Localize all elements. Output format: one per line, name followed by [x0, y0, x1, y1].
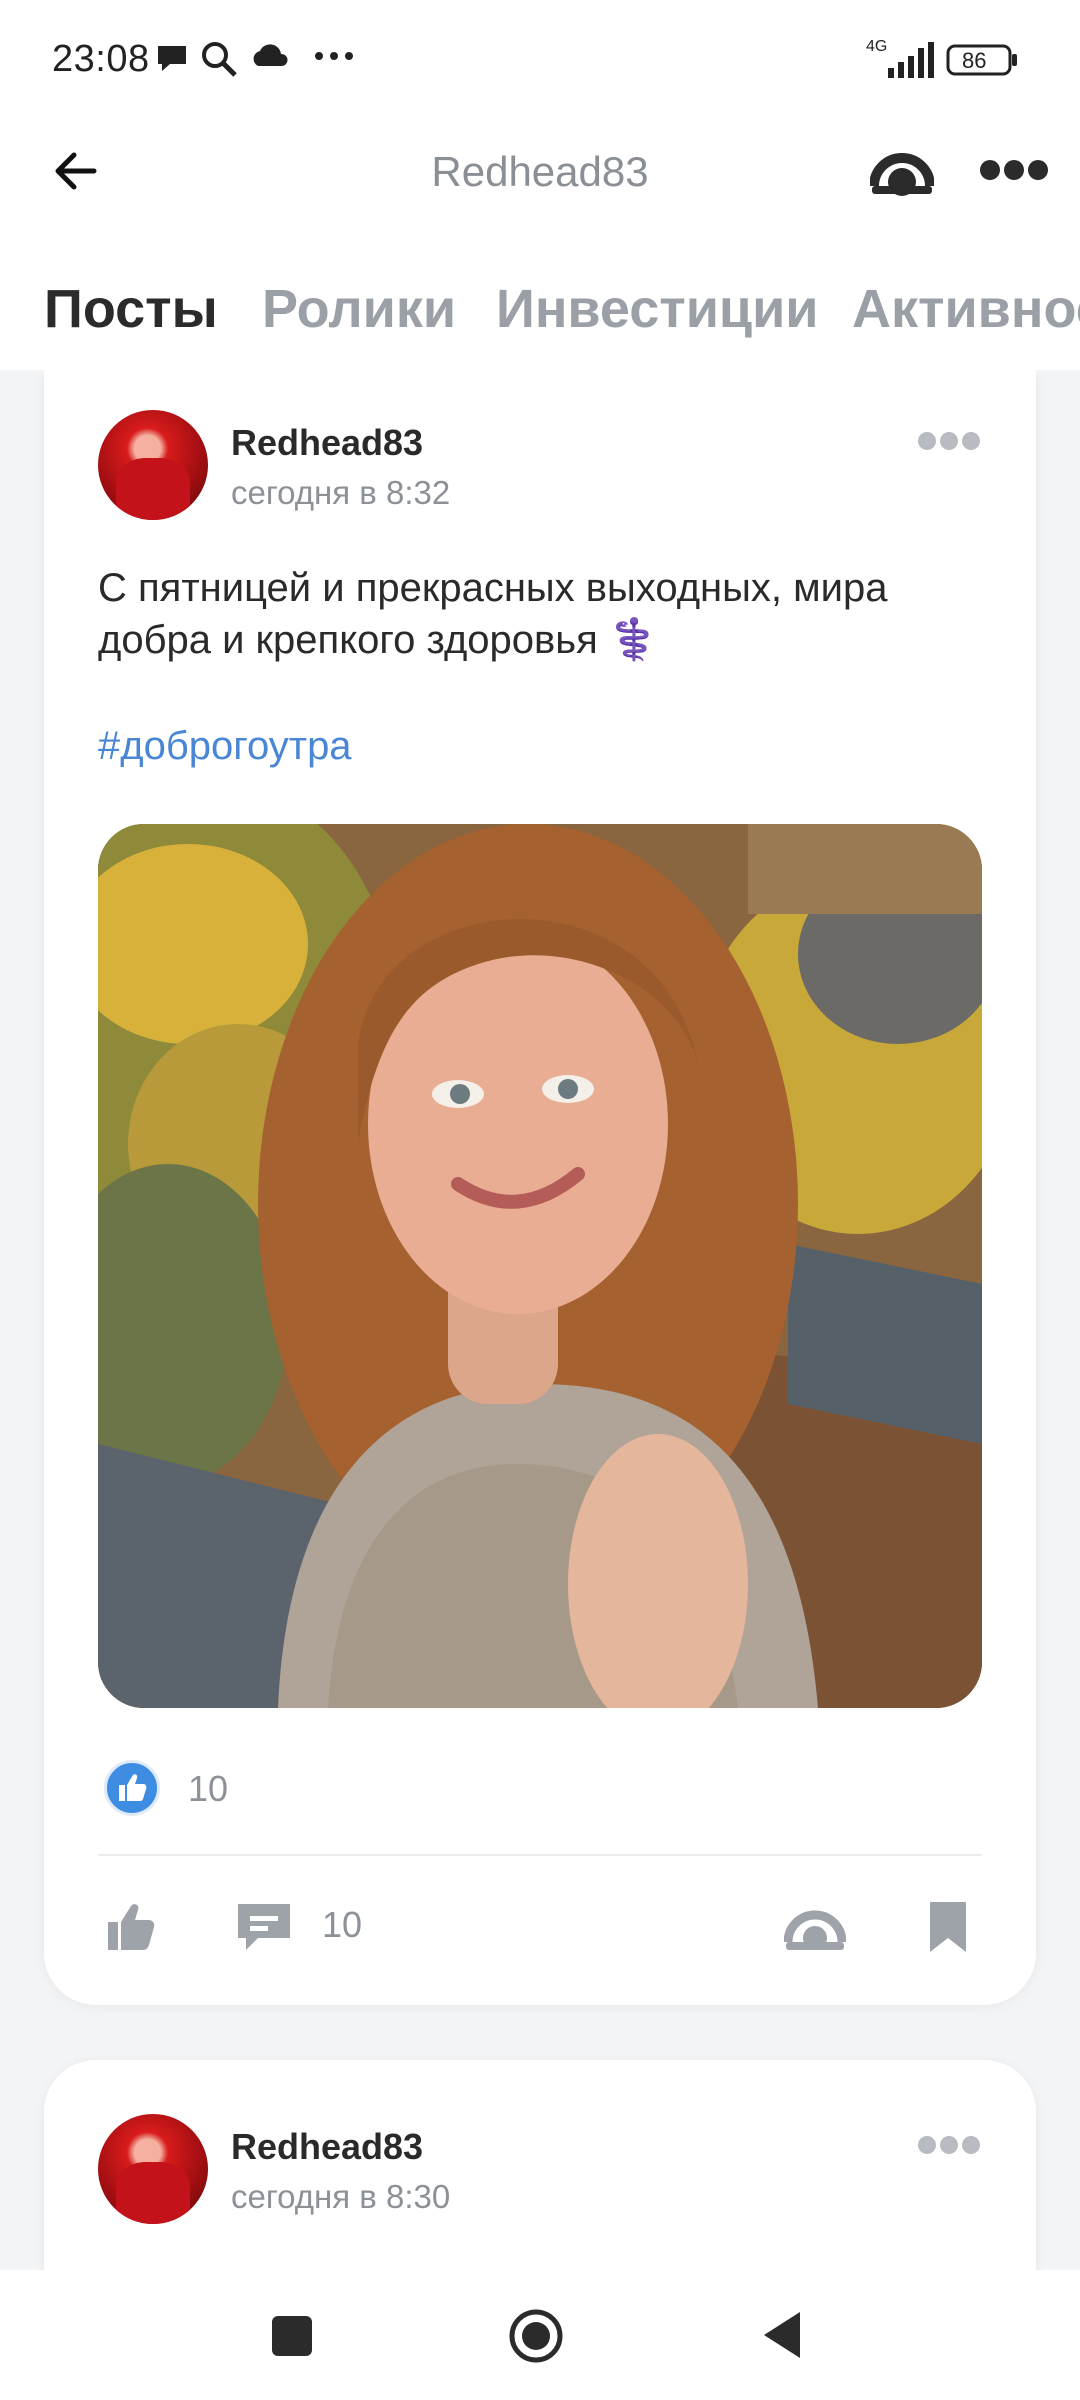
post-card: Redhead83 сегодня в 8:30 [44, 2060, 1036, 2270]
post-author[interactable]: Redhead83 [231, 422, 423, 464]
share-button[interactable] [869, 142, 935, 203]
tab-activity[interactable]: Активнос [852, 278, 1080, 340]
status-time: 23:08 [52, 38, 150, 80]
cloud-icon [250, 40, 290, 75]
share-button[interactable] [783, 1904, 847, 1957]
bookmark-button[interactable] [928, 1900, 968, 1959]
more-dots-icon [918, 2136, 936, 2154]
recent-apps-icon [272, 2316, 312, 2356]
post-time: сегодня в 8:30 [231, 2178, 451, 2215]
recent-apps-button[interactable] [270, 2314, 314, 2363]
posts-feed[interactable]: Redhead83 сегодня в 8:32 С пятницей и пр… [0, 370, 1080, 2270]
comment-icon [238, 1904, 290, 1950]
home-icon [509, 2309, 563, 2363]
bookmark-icon [930, 1902, 966, 1952]
share-icon [783, 1910, 847, 1950]
post-hashtag[interactable]: #доброгоутра [98, 724, 352, 769]
post-menu-button[interactable] [918, 432, 980, 450]
more-dots-icon [918, 432, 936, 450]
more-dot [940, 2136, 958, 2154]
more-dot [962, 2136, 980, 2154]
portrait-image [98, 824, 982, 1708]
header-menu-button[interactable] [980, 160, 1048, 180]
like-badge [104, 1760, 160, 1816]
avatar[interactable] [98, 2114, 208, 2224]
post-photo[interactable] [98, 824, 982, 1708]
post-author[interactable]: Redhead83 [231, 2126, 423, 2168]
chat-bubble-icon [154, 40, 190, 81]
system-navbar [0, 2270, 1080, 2400]
comments-count: 10 [322, 1904, 363, 1945]
tab-reels[interactable]: Ролики [262, 278, 456, 340]
thumbs-up-icon [119, 1774, 147, 1801]
tab-posts[interactable]: Посты [44, 278, 218, 340]
more-dots-icon [980, 160, 1000, 180]
home-button[interactable] [508, 2308, 564, 2369]
post-actions: 10 [44, 1880, 1036, 1970]
likes-count: 10 [188, 1768, 229, 1809]
battery-level: 86 [962, 48, 987, 73]
more-dots-icon [314, 48, 354, 66]
signal-icon [864, 42, 934, 83]
divider [98, 1854, 982, 1856]
more-dot [940, 432, 958, 450]
avatar[interactable] [98, 410, 208, 520]
more-dot [962, 432, 980, 450]
share-icon [869, 153, 935, 196]
more-dot [1004, 160, 1024, 180]
profile-tabs: Посты Ролики Инвестиции Активнос [0, 270, 1080, 360]
more-dot [1028, 160, 1048, 180]
post-card: Redhead83 сегодня в 8:32 С пятницей и пр… [44, 370, 1036, 2005]
post-text: С пятницей и прекрасных выходных, мира д… [98, 566, 888, 662]
post-time: сегодня в 8:32 [231, 474, 451, 511]
app-header: Redhead83 [0, 120, 1080, 240]
comments-button[interactable] [234, 1900, 294, 1959]
thumbs-up-icon [108, 1904, 155, 1950]
back-button[interactable] [760, 2310, 804, 2365]
like-button[interactable] [104, 1898, 160, 1959]
status-bar: 23:08 4G 86 [0, 0, 1080, 120]
post-menu-button[interactable] [918, 2136, 980, 2154]
back-icon [764, 2312, 800, 2358]
search-icon [200, 40, 238, 83]
tab-investments[interactable]: Инвестиции [496, 278, 819, 340]
